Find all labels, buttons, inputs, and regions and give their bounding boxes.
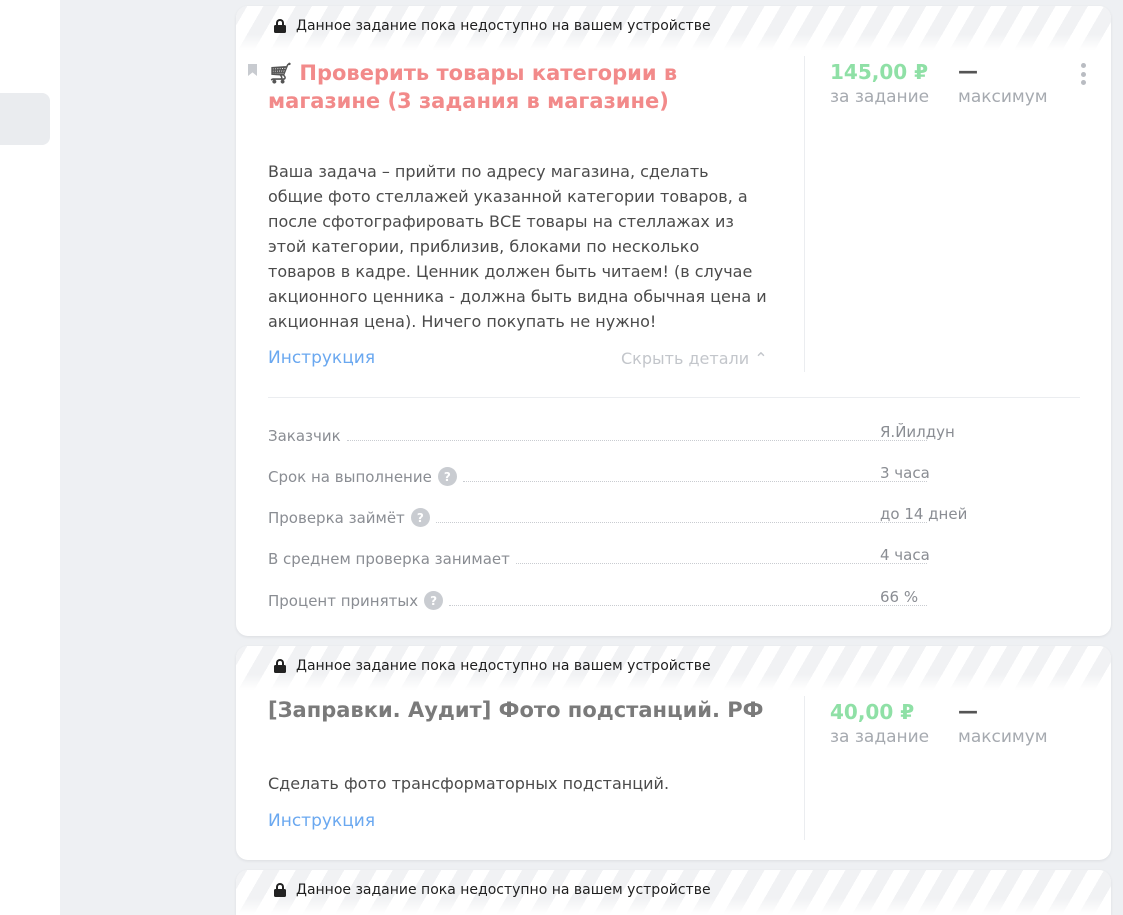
instruction-link[interactable]: Инструкция (268, 348, 375, 368)
task-card[interactable]: Данное задание пока недоступно на вашем … (236, 6, 1111, 636)
meta-label: Проверка займёт? (268, 508, 430, 527)
meta-row-accept-rate: Процент принятых? 66 % (268, 588, 933, 610)
unavailable-banner: Данное задание пока недоступно на вашем … (236, 646, 1111, 690)
meta-value: 66 % (880, 588, 919, 606)
lock-icon (274, 659, 286, 673)
lock-icon (274, 883, 286, 897)
max-value: — (958, 59, 978, 83)
unavailable-banner: Данное задание пока недоступно на вашем … (236, 6, 1111, 50)
meta-row-customer: Заказчик Я.Йилдун (268, 423, 955, 445)
dotted-leader (515, 563, 927, 564)
max-label: максимум (958, 727, 1048, 747)
meta-row-avg-review: В среднем проверка занимает 4 часа (268, 546, 933, 568)
column-divider (804, 696, 805, 840)
question-icon[interactable]: ? (424, 591, 444, 610)
banner-text: Данное задание пока недоступно на вашем … (296, 882, 711, 898)
bookmark-icon[interactable] (248, 64, 257, 76)
dotted-leader (462, 481, 927, 482)
column-divider (804, 56, 805, 372)
banner-text: Данное задание пока недоступно на вашем … (296, 658, 711, 674)
price-value: 40,00 ₽ (830, 700, 915, 724)
task-card[interactable]: Данное задание пока недоступно на вашем … (236, 646, 1111, 860)
lock-icon (274, 19, 286, 33)
instruction-link[interactable]: Инструкция (268, 811, 375, 831)
sidebar-nav-item[interactable] (0, 93, 50, 145)
question-icon[interactable]: ? (410, 508, 430, 527)
unavailable-banner: Данное задание пока недоступно на вашем … (236, 870, 1111, 914)
max-value: — (958, 699, 978, 723)
meta-row-review-time: Проверка займёт? до 14 дней (268, 505, 967, 527)
details-divider (268, 397, 1080, 398)
dotted-leader (449, 605, 927, 606)
more-vertical-icon[interactable] (1080, 63, 1086, 85)
banner-text: Данное задание пока недоступно на вашем … (296, 18, 711, 34)
hide-details-button[interactable]: Скрыть детали ⌃ (621, 349, 768, 368)
price-value: 145,00 ₽ (830, 60, 929, 84)
question-icon[interactable]: ? (437, 467, 457, 486)
meta-row-deadline: Срок на выполнение? 3 часа (268, 464, 933, 486)
task-title[interactable]: 🛒︎ Проверить товары категории в магазине … (268, 59, 788, 115)
meta-value: до 14 дней (880, 505, 968, 523)
meta-label: В среднем проверка занимает (268, 550, 510, 568)
price-label: за задание (830, 87, 930, 107)
meta-label: Заказчик (268, 427, 341, 445)
task-card[interactable]: Данное задание пока недоступно на вашем … (236, 870, 1111, 915)
price-label: за задание (830, 727, 930, 747)
task-description: Сделать фото трансформаторных подстанций… (268, 774, 670, 793)
meta-value: 4 часа (880, 546, 930, 564)
dotted-leader (346, 440, 927, 441)
dotted-leader (435, 522, 927, 523)
task-title[interactable]: [Заправки. Аудит] Фото подстанций. РФ (268, 696, 808, 724)
max-label: максимум (958, 87, 1048, 107)
meta-value: 3 часа (880, 464, 930, 482)
shopping-cart-icon: 🛒︎ (268, 61, 294, 85)
meta-label: Процент принятых? (268, 591, 444, 610)
task-description: Ваша задача – прийти по адресу магазина,… (268, 162, 767, 331)
meta-label: Срок на выполнение? (268, 467, 457, 486)
meta-value: Я.Йилдун (880, 423, 955, 441)
